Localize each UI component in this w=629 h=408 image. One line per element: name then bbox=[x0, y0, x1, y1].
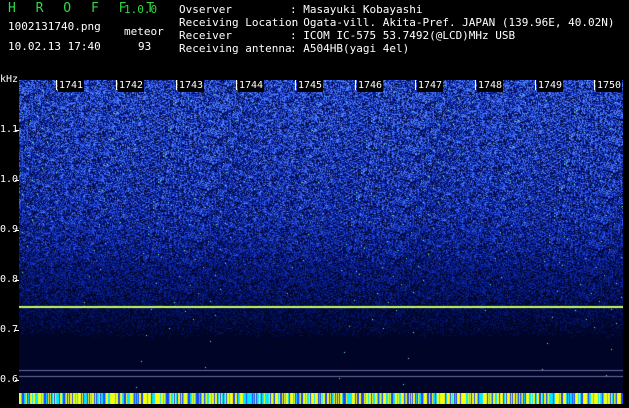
antenna-label: Receiving antenna bbox=[179, 42, 292, 55]
freq-tick bbox=[15, 230, 19, 231]
time-tick bbox=[56, 80, 57, 90]
freq-tick bbox=[15, 180, 19, 181]
time-label-1744: 1744 bbox=[238, 80, 265, 92]
time-label-1749: 1749 bbox=[537, 80, 564, 92]
time-label-1742: 1742 bbox=[118, 80, 145, 92]
activity-strip-canvas bbox=[19, 393, 623, 404]
capture-datetime: 10.02.13 17:40 bbox=[8, 40, 101, 53]
mode-label: meteor bbox=[124, 25, 164, 38]
time-tick bbox=[594, 80, 595, 90]
time-tick bbox=[535, 80, 536, 90]
time-tick bbox=[116, 80, 117, 90]
file-name: 1002131740.png bbox=[8, 20, 101, 33]
spectrogram bbox=[19, 80, 623, 396]
time-tick bbox=[415, 80, 416, 90]
time-label-1745: 1745 bbox=[297, 80, 324, 92]
time-label-1741: 1741 bbox=[58, 80, 85, 92]
meteor-count: 93 bbox=[138, 40, 152, 53]
time-tick bbox=[176, 80, 177, 90]
time-tick bbox=[475, 80, 476, 90]
spectrogram-canvas bbox=[19, 80, 623, 396]
time-label-1743: 1743 bbox=[178, 80, 205, 92]
freq-tick bbox=[15, 330, 19, 331]
receiver-value: : ICOM IC-575 53.7492(@LCD)MHz USB bbox=[290, 29, 516, 42]
freq-tick bbox=[15, 380, 19, 381]
app-version: 1.0.0 bbox=[124, 3, 158, 16]
location-label: Receiving Location bbox=[179, 16, 299, 29]
time-label-1750: 1750 bbox=[596, 80, 623, 92]
time-axis: 1741 1742 1743 1744 1745 1746 1747 1748 … bbox=[0, 80, 629, 92]
location-value: : Ogata-vill. Akita-Pref. JAPAN (139.96E… bbox=[290, 16, 615, 29]
time-tick bbox=[295, 80, 296, 90]
time-tick bbox=[355, 80, 356, 90]
freq-tick bbox=[15, 130, 19, 131]
antenna-value: : A504HB(yagi 4el) bbox=[290, 42, 410, 55]
spectrogram-bottom-strip bbox=[19, 389, 623, 404]
frequency-axis: 1.1 1.0 0.9 0.8 0.7 0.6 bbox=[0, 76, 19, 400]
freq-tick bbox=[15, 280, 19, 281]
receiver-label: Receiver bbox=[179, 29, 232, 42]
observer-label: Ovserver bbox=[179, 3, 232, 16]
time-tick bbox=[236, 80, 237, 90]
time-label-1746: 1746 bbox=[357, 80, 384, 92]
time-label-1747: 1747 bbox=[417, 80, 444, 92]
observer-value: : Masayuki Kobayashi bbox=[290, 3, 423, 16]
time-label-1748: 1748 bbox=[477, 80, 504, 92]
